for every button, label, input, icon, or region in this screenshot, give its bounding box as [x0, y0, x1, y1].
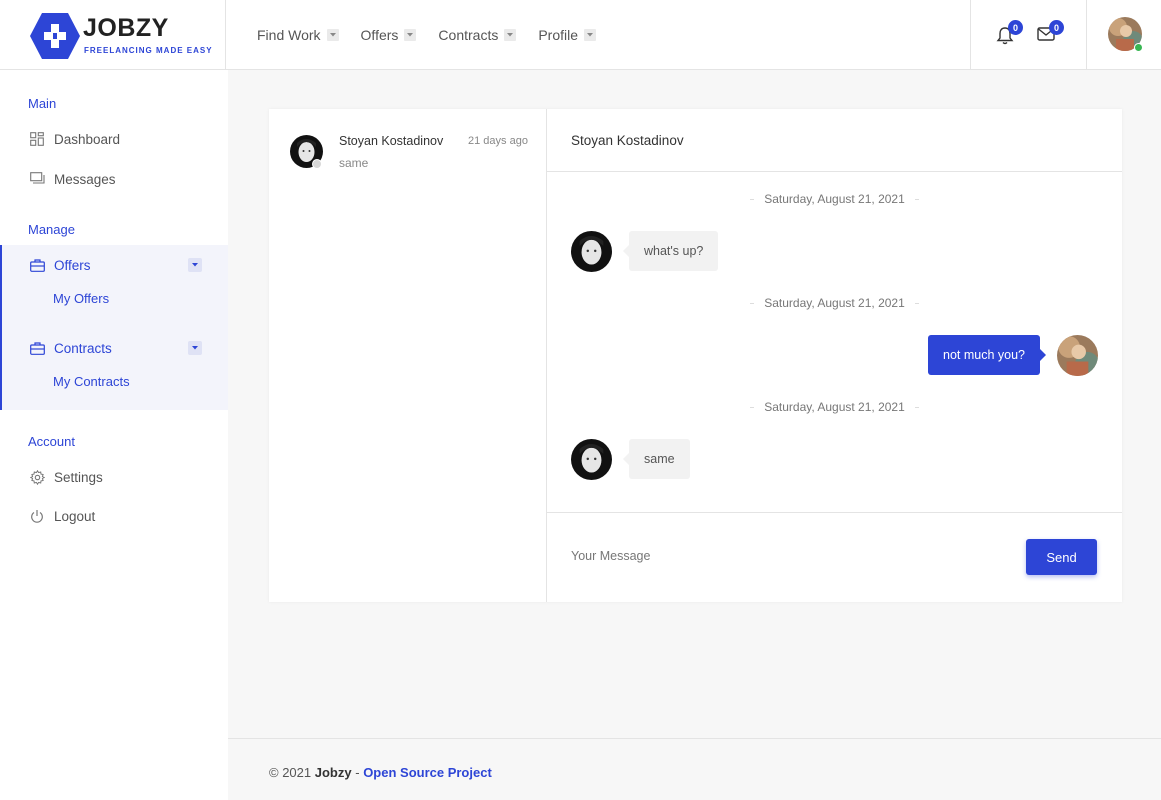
sidebar-manage-group: Offers My Offers Contracts My Contracts	[0, 245, 228, 410]
brand-name: JOBZY	[83, 14, 169, 42]
chat-panel: Stoyan Kostadinov Saturday, August 21, 2…	[547, 109, 1122, 602]
date-separator: Saturday, August 21, 2021	[547, 296, 1122, 310]
contact-avatar	[571, 439, 612, 480]
contracts-expand-toggle[interactable]	[188, 341, 202, 355]
sidebar-heading-main: Main	[28, 96, 57, 111]
briefcase-icon	[28, 256, 46, 274]
conversation-preview: same	[339, 156, 369, 170]
sidebar-subitem-my-offers[interactable]: My Offers	[53, 291, 109, 306]
chat-bubble-icon	[28, 170, 46, 188]
sidebar-subitem-my-contracts[interactable]: My Contracts	[53, 374, 130, 389]
sidebar-item-label: Settings	[54, 469, 103, 485]
nav-offers[interactable]: Offers	[361, 27, 417, 43]
message-bubble-incoming: what's up?	[622, 231, 719, 271]
sidebar-heading-manage: Manage	[28, 222, 75, 237]
nav-contracts[interactable]: Contracts	[438, 27, 517, 43]
brand-tagline: FREELANCING MADE EASY	[84, 46, 213, 55]
date-separator: Saturday, August 21, 2021	[547, 400, 1122, 414]
chat-header: Stoyan Kostadinov	[547, 109, 1122, 172]
dashboard-icon	[28, 130, 46, 148]
sidebar-item-label: Dashboard	[54, 131, 121, 147]
sidebar-item-label: Logout	[54, 508, 96, 524]
footer-separator: -	[355, 765, 360, 780]
sidebar-item-label: Messages	[54, 171, 116, 187]
messages-count-badge: 0	[1049, 20, 1064, 35]
chevron-down-icon	[192, 263, 198, 267]
footer-copyright: © 2021	[269, 765, 312, 780]
message-input[interactable]	[571, 543, 991, 569]
gear-icon	[28, 468, 46, 486]
footer-text: © 2021 Jobzy - Open Source Project	[269, 765, 492, 780]
sidebar-item-label: Offers	[54, 257, 91, 273]
sidebar-item-messages[interactable]: Messages	[28, 170, 116, 188]
top-navigation: Find Work Offers Contracts Profile	[257, 0, 618, 70]
conversation-item[interactable]: Stoyan Kostadinov 21 days ago same	[269, 109, 547, 179]
footer: © 2021 Jobzy - Open Source Project	[228, 738, 1161, 800]
send-button[interactable]: Send	[1026, 539, 1097, 575]
conversation-time: 21 days ago	[468, 135, 528, 147]
chevron-down-icon	[584, 29, 597, 41]
nav-offers-label: Offers	[360, 27, 399, 43]
messages-button[interactable]: 0	[1037, 20, 1064, 45]
footer-brand: Jobzy	[314, 765, 352, 780]
nav-profile-label: Profile	[538, 27, 579, 43]
contact-avatar	[571, 231, 612, 272]
message-composer: Send	[547, 512, 1122, 602]
nav-find-work[interactable]: Find Work	[257, 27, 339, 43]
chevron-down-icon	[504, 29, 517, 41]
chevron-down-icon	[326, 29, 339, 41]
logo[interactable]: JOBZY FREELANCING MADE EASY	[0, 0, 226, 70]
power-icon	[28, 507, 46, 525]
sidebar-item-label: Contracts	[54, 340, 112, 356]
notifications-count-badge: 0	[1008, 20, 1023, 35]
conversation-list: Stoyan Kostadinov 21 days ago same	[269, 109, 547, 602]
chevron-down-icon	[192, 346, 198, 350]
conversation-name: Stoyan Kostadinov	[339, 134, 444, 148]
offers-expand-toggle[interactable]	[188, 258, 202, 272]
date-separator: Saturday, August 21, 2021	[547, 192, 1122, 206]
logo-hexagon-icon	[30, 13, 80, 59]
sidebar: Main Dashboard Messages Manage Offers My…	[0, 70, 228, 800]
offline-status-dot	[312, 159, 322, 169]
sidebar-heading-account: Account	[28, 434, 75, 449]
chevron-down-icon	[404, 29, 417, 41]
user-avatar	[1057, 335, 1098, 376]
open-source-link[interactable]: Open Source Project	[363, 765, 492, 780]
header-icon-group: 0 0	[970, 0, 1087, 70]
briefcase-icon	[28, 339, 46, 357]
messages-card: Stoyan Kostadinov 21 days ago same Stoya…	[269, 109, 1122, 602]
message-bubble-outgoing: not much you?	[928, 335, 1046, 375]
nav-profile[interactable]: Profile	[538, 27, 597, 43]
sidebar-item-contracts[interactable]: Contracts	[28, 339, 112, 357]
chat-title: Stoyan Kostadinov	[571, 133, 684, 148]
sidebar-item-dashboard[interactable]: Dashboard	[28, 130, 120, 148]
sidebar-item-settings[interactable]: Settings	[28, 468, 103, 486]
top-header: JOBZY FREELANCING MADE EASY Find Work Of…	[0, 0, 1161, 70]
sidebar-item-offers[interactable]: Offers	[28, 256, 91, 274]
nav-contracts-label: Contracts	[438, 27, 499, 43]
sidebar-item-logout[interactable]: Logout	[28, 507, 95, 525]
notifications-button[interactable]: 0	[996, 20, 1023, 48]
nav-find-work-label: Find Work	[257, 27, 321, 43]
message-bubble-incoming: same	[623, 439, 690, 479]
online-status-dot	[1134, 43, 1143, 52]
